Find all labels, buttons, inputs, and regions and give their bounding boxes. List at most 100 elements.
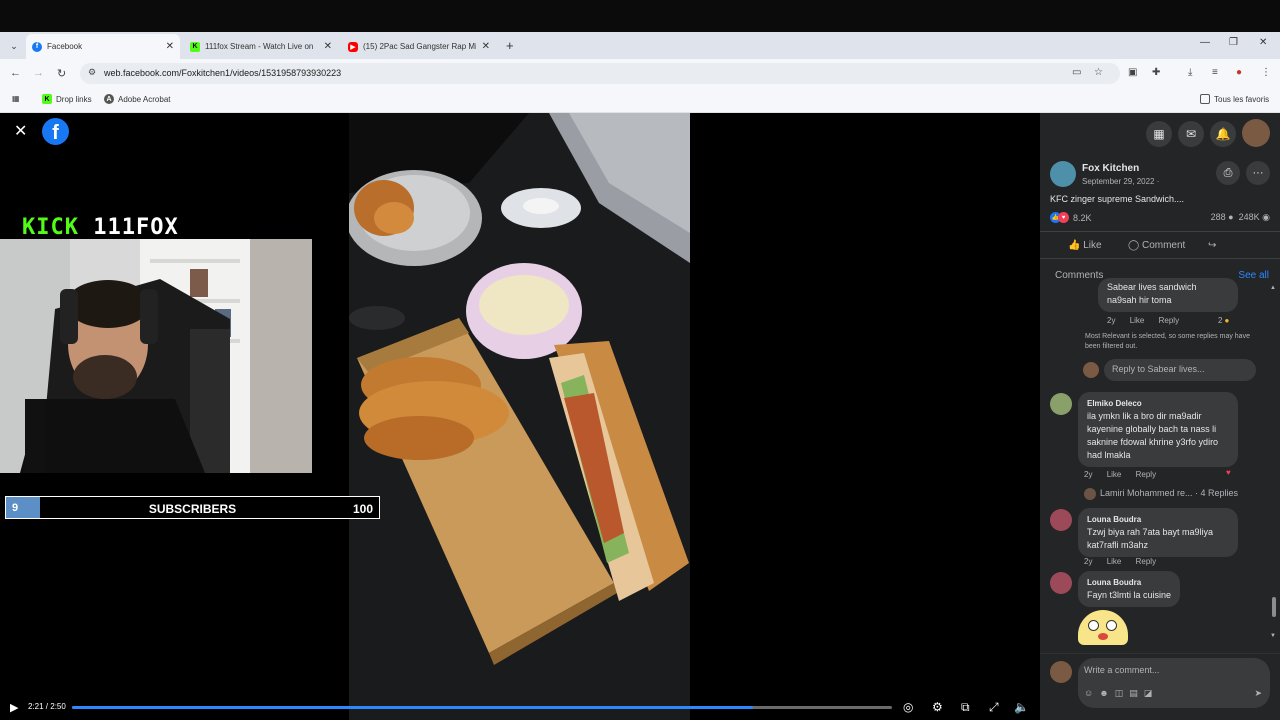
facebook-icon: f	[32, 41, 42, 52]
minimize-icon[interactable]: —	[1200, 37, 1210, 48]
avatar[interactable]	[1050, 509, 1072, 531]
url-bar[interactable]: ⚙ web.facebook.com/Foxkitchen1/videos/15…	[80, 63, 1120, 84]
apps-menu-icon[interactable]: ▦	[1146, 121, 1172, 147]
kick-icon: K	[42, 94, 52, 104]
site-info-icon[interactable]: ⚙	[88, 67, 96, 78]
post-stats: 288 ● 248K ◉	[1210, 212, 1270, 222]
extension-icon[interactable]: ▣	[1128, 67, 1137, 78]
new-tab-button[interactable]: +	[506, 38, 514, 53]
facebook-logo-icon[interactable]: f	[42, 118, 69, 145]
close-tab-icon[interactable]: ✕	[166, 41, 174, 52]
fullscreen-icon[interactable]: ⤢	[989, 700, 999, 715]
apps-grid-icon[interactable]: ▦	[12, 94, 20, 103]
scrollbar-thumb[interactable]	[1272, 597, 1276, 617]
window-top-strip	[0, 0, 1280, 32]
sticker-icon[interactable]: ◪	[1144, 688, 1159, 698]
close-viewer-icon[interactable]: ✕	[14, 121, 27, 141]
avatar	[1084, 488, 1096, 500]
notifications-bell-icon[interactable]: 🔔	[1210, 121, 1236, 147]
thumbs-up-icon: 👍	[1068, 240, 1081, 251]
tab-kick-stream[interactable]: K 111fox Stream - Watch Live on ✕	[184, 34, 338, 59]
page-avatar[interactable]	[1050, 161, 1076, 187]
like-button[interactable]: 👍 Like	[1068, 240, 1102, 251]
messenger-icon[interactable]: ✉	[1178, 121, 1204, 147]
volume-icon[interactable]: 🔈	[1014, 700, 1029, 714]
more-options-icon[interactable]: ···	[1246, 161, 1270, 185]
captions-icon[interactable]: ◎	[903, 700, 913, 714]
settings-gear-icon[interactable]: ⚙	[932, 700, 943, 714]
cast-icon[interactable]: ▭	[1072, 67, 1081, 78]
back-icon[interactable]: ←	[10, 67, 21, 79]
emoji-icon[interactable]: ☻	[1099, 688, 1114, 698]
scroll-up-icon[interactable]: ▲	[1270, 285, 1276, 291]
filter-note: Most Relevant is selected, so some repli…	[1085, 333, 1250, 350]
bookmark-star-icon[interactable]: ☆	[1094, 67, 1103, 78]
tab-youtube[interactable]: ▶ (15) 2Pac Sad Gangster Rap Mi ✕	[342, 34, 496, 59]
download-icon[interactable]: ⤓	[1188, 67, 1192, 78]
bookmarks-bar: ▦ K Drop links A Adobe Acrobat Tous les fa…	[0, 88, 1280, 113]
reply-input[interactable]: Reply to Sabear lives...	[1104, 359, 1256, 381]
send-icon[interactable]: ➤	[1254, 688, 1262, 699]
video-frame[interactable]	[349, 113, 690, 720]
comment-reply-link[interactable]: Reply	[1136, 470, 1156, 479]
comment-reaction-count[interactable]: 2 ●	[1218, 316, 1241, 325]
comment-like-link[interactable]: Like	[1107, 557, 1122, 566]
picture-in-picture-icon[interactable]: ⧉	[961, 700, 970, 715]
kick-icon: K	[190, 41, 200, 52]
love-reaction-icon[interactable]: ♥	[1226, 468, 1231, 477]
video-controls: ▶ 2:21 / 2:50 ◎ ⚙ ⧉ ⤢ 🔈	[10, 700, 1029, 715]
close-tab-icon[interactable]: ✕	[324, 41, 332, 52]
comment-meta: 2y Like Reply	[1084, 557, 1157, 566]
post-caption: KFC zinger supreme Sandwich....	[1050, 194, 1185, 204]
avatar-sticker-icon[interactable]: ☺	[1084, 688, 1099, 698]
play-icon[interactable]: ▶	[10, 701, 18, 714]
comment-bubble-icon: ◯	[1128, 240, 1140, 251]
kick-overlay-title: KICK 111FOX	[22, 215, 179, 240]
comments-scrollbar[interactable]: ▲ ▼	[1270, 285, 1277, 641]
avatar[interactable]	[1050, 393, 1072, 415]
gif-icon[interactable]: ▤	[1129, 688, 1144, 698]
acrobat-icon: A	[104, 94, 114, 104]
views-eye-icon: ◉	[1262, 212, 1270, 222]
love-reaction-icon: ♥	[1058, 212, 1069, 223]
close-window-icon[interactable]: ✕	[1259, 37, 1267, 48]
camera-icon[interactable]: ◫	[1115, 688, 1130, 698]
restore-icon[interactable]: ❐	[1229, 37, 1238, 48]
address-toolbar: ← → ↻ ⚙ web.facebook.com/Foxkitchen1/vid…	[0, 59, 1280, 88]
food-video-image	[349, 113, 690, 720]
post-side-panel: ▦ ✉ 🔔 Fox Kitchen September 29, 2022 · ⎙…	[1040, 113, 1280, 720]
page-name[interactable]: Fox Kitchen	[1082, 163, 1139, 174]
bookmark-drop-links[interactable]: K Drop links	[42, 94, 92, 104]
video-progress-bar[interactable]	[72, 706, 892, 709]
menu-kebab-icon[interactable]: ⋮	[1261, 67, 1271, 78]
avatar	[1050, 661, 1072, 683]
share-icon[interactable]: ↪	[1208, 240, 1216, 251]
see-all-link[interactable]: See all	[1238, 270, 1269, 281]
bookmark-adobe-acrobat[interactable]: A Adobe Acrobat	[104, 94, 170, 104]
reload-icon[interactable]: ↻	[57, 67, 66, 80]
streamer-webcam	[0, 239, 312, 473]
save-post-icon[interactable]: ⎙	[1216, 161, 1240, 185]
tab-search-icon[interactable]: ⌄	[6, 38, 22, 54]
tab-facebook[interactable]: f Facebook ✕	[26, 34, 180, 59]
shocked-face-sticker	[1078, 610, 1128, 645]
comment-like-link[interactable]: Like	[1130, 316, 1145, 325]
forward-icon[interactable]: →	[33, 67, 44, 79]
comment-like-link[interactable]: Like	[1107, 470, 1122, 479]
extensions-puzzle-icon[interactable]: ✚	[1152, 67, 1160, 78]
post-date[interactable]: September 29, 2022 ·	[1082, 177, 1159, 186]
avatar[interactable]	[1242, 119, 1270, 147]
comment-reply-link[interactable]: Reply	[1159, 316, 1179, 325]
laugh-emoji-icon: ●	[1224, 316, 1230, 325]
scroll-down-icon[interactable]: ▼	[1270, 633, 1276, 639]
close-tab-icon[interactable]: ✕	[482, 41, 490, 52]
reaction-summary[interactable]: 👍 ♥ 8.2K	[1050, 212, 1092, 223]
all-bookmarks[interactable]: Tous les favoris	[1200, 94, 1269, 104]
comment-input[interactable]: Write a comment... ☺☻◫▤◪ ➤	[1078, 658, 1270, 708]
comment-button[interactable]: ◯ Comment	[1128, 240, 1185, 251]
avatar[interactable]	[1050, 572, 1072, 594]
profile-icon[interactable]: ●	[1236, 67, 1242, 78]
media-icon[interactable]: ≡	[1212, 67, 1218, 78]
comment-reply-link[interactable]: Reply	[1136, 557, 1156, 566]
view-replies-link[interactable]: Lamiri Mohammed re... · 4 Replies	[1100, 488, 1238, 498]
